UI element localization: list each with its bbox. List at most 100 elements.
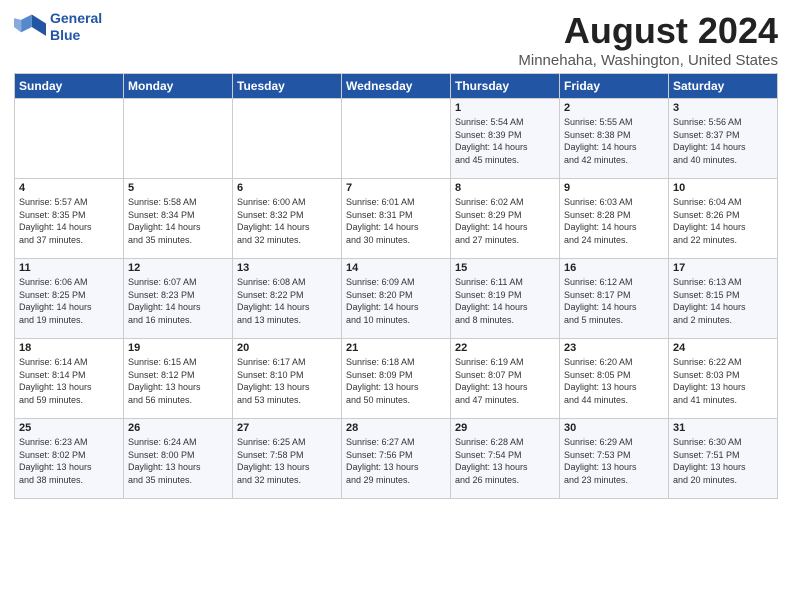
calendar-cell: 27Sunrise: 6:25 AM Sunset: 7:58 PM Dayli… (233, 419, 342, 499)
day-number: 3 (673, 102, 773, 114)
day-info: Sunrise: 6:01 AM Sunset: 8:31 PM Dayligh… (346, 196, 446, 246)
calendar-cell: 8 Sunrise: 6:02 AM Sunset: 8:29 PM Daylig… (451, 179, 560, 259)
calendar-cell: 12 Sunrise: 6:07 AM Sunset: 8:23 PM Dayli… (124, 259, 233, 339)
day-info: Sunrise: 6:24 AM Sunset: 8:00 PM Dayligh… (128, 436, 228, 486)
calendar-cell: 14Sunrise: 6:09 AM Sunset: 8:20 PM Dayli… (342, 259, 451, 339)
day-number: 28 (346, 422, 446, 434)
day-number: 2 (564, 102, 664, 114)
calendar-cell: 20Sunrise: 6:17 AM Sunset: 8:10 PM Dayli… (233, 339, 342, 419)
day-info: Sunrise: 6:02 AM Sunset: 8:29 PM Dayligh… (455, 196, 555, 246)
calendar-cell: 25 Sunrise: 6:23 AM Sunset: 8:02 PM Dayli… (15, 419, 124, 499)
day-info: Sunrise: 5:55 AM Sunset: 8:38 PM Dayligh… (564, 116, 664, 166)
day-info: Sunrise: 6:04 AM Sunset: 8:26 PM Dayligh… (673, 196, 773, 246)
calendar-cell: 11Sunrise: 6:06 AM Sunset: 8:25 PM Dayli… (15, 259, 124, 339)
calendar-cell: 31Sunrise: 6:30 AM Sunset: 7:51 PM Dayli… (669, 419, 778, 499)
day-info: Sunrise: 6:12 AM Sunset: 8:17 PM Dayligh… (564, 276, 664, 326)
calendar-cell: 2 Sunrise: 5:55 AM Sunset: 8:38 PM Daylig… (560, 99, 669, 179)
month-year-title: August 2024 (518, 10, 778, 52)
day-info: Sunrise: 6:11 AM Sunset: 8:19 PM Dayligh… (455, 276, 555, 326)
day-number: 8 (455, 182, 555, 194)
calendar-cell: 19Sunrise: 6:15 AM Sunset: 8:12 PM Dayli… (124, 339, 233, 419)
calendar-cell (233, 99, 342, 179)
calendar-cell: 22 Sunrise: 6:19 AM Sunset: 8:07 PM Dayli… (451, 339, 560, 419)
header: General Blue August 2024 Minnehaha, Wash… (14, 10, 778, 69)
logo-icon (14, 11, 46, 43)
day-info: Sunrise: 6:23 AM Sunset: 8:02 PM Dayligh… (19, 436, 119, 486)
day-info: Sunrise: 6:18 AM Sunset: 8:09 PM Dayligh… (346, 356, 446, 406)
calendar-header-row: Sunday Monday Tuesday Wednesday Thursday… (15, 74, 778, 99)
day-info: Sunrise: 6:19 AM Sunset: 8:07 PM Dayligh… (455, 356, 555, 406)
calendar-cell (342, 99, 451, 179)
day-info: Sunrise: 6:03 AM Sunset: 8:28 PM Dayligh… (564, 196, 664, 246)
location-subtitle: Minnehaha, Washington, United States (518, 52, 778, 69)
calendar-cell: 13 Sunrise: 6:08 AM Sunset: 8:22 PM Dayli… (233, 259, 342, 339)
day-info: Sunrise: 6:08 AM Sunset: 8:22 PM Dayligh… (237, 276, 337, 326)
calendar-cell: 26Sunrise: 6:24 AM Sunset: 8:00 PM Dayli… (124, 419, 233, 499)
calendar-table: Sunday Monday Tuesday Wednesday Thursday… (14, 73, 778, 499)
calendar-week-row: 25 Sunrise: 6:23 AM Sunset: 8:02 PM Dayli… (15, 419, 778, 499)
calendar-cell: 5Sunrise: 5:58 AM Sunset: 8:34 PM Daylig… (124, 179, 233, 259)
day-info: Sunrise: 6:28 AM Sunset: 7:54 PM Dayligh… (455, 436, 555, 486)
calendar-cell: 24Sunrise: 6:22 AM Sunset: 8:03 PM Dayli… (669, 339, 778, 419)
day-number: 22 (455, 342, 555, 354)
calendar-week-row: 1Sunrise: 5:54 AM Sunset: 8:39 PM Daylig… (15, 99, 778, 179)
day-number: 15 (455, 262, 555, 274)
calendar-cell: 23 Sunrise: 6:20 AM Sunset: 8:05 PM Dayli… (560, 339, 669, 419)
day-info: Sunrise: 5:57 AM Sunset: 8:35 PM Dayligh… (19, 196, 119, 246)
col-tuesday: Tuesday (233, 74, 342, 99)
day-number: 30 (564, 422, 664, 434)
day-info: Sunrise: 6:20 AM Sunset: 8:05 PM Dayligh… (564, 356, 664, 406)
calendar-cell: 18Sunrise: 6:14 AM Sunset: 8:14 PM Dayli… (15, 339, 124, 419)
calendar-cell: 1Sunrise: 5:54 AM Sunset: 8:39 PM Daylig… (451, 99, 560, 179)
col-thursday: Thursday (451, 74, 560, 99)
calendar-cell: 29 Sunrise: 6:28 AM Sunset: 7:54 PM Dayli… (451, 419, 560, 499)
day-info: Sunrise: 6:09 AM Sunset: 8:20 PM Dayligh… (346, 276, 446, 326)
day-number: 11 (19, 262, 119, 274)
calendar-cell: 4 Sunrise: 5:57 AM Sunset: 8:35 PM Daylig… (15, 179, 124, 259)
page-container: General Blue August 2024 Minnehaha, Wash… (0, 0, 792, 509)
calendar-cell: 16Sunrise: 6:12 AM Sunset: 8:17 PM Dayli… (560, 259, 669, 339)
day-number: 27 (237, 422, 337, 434)
calendar-week-row: 4 Sunrise: 5:57 AM Sunset: 8:35 PM Daylig… (15, 179, 778, 259)
logo-text: General Blue (50, 10, 102, 44)
calendar-cell: 7 Sunrise: 6:01 AM Sunset: 8:31 PM Daylig… (342, 179, 451, 259)
calendar-cell: 10 Sunrise: 6:04 AM Sunset: 8:26 PM Dayli… (669, 179, 778, 259)
day-number: 9 (564, 182, 664, 194)
col-monday: Monday (124, 74, 233, 99)
day-number: 13 (237, 262, 337, 274)
calendar-cell: 15 Sunrise: 6:11 AM Sunset: 8:19 PM Dayli… (451, 259, 560, 339)
calendar-cell: 28 Sunrise: 6:27 AM Sunset: 7:56 PM Dayli… (342, 419, 451, 499)
day-number: 24 (673, 342, 773, 354)
day-number: 10 (673, 182, 773, 194)
calendar-cell (15, 99, 124, 179)
day-number: 17 (673, 262, 773, 274)
day-info: Sunrise: 6:29 AM Sunset: 7:53 PM Dayligh… (564, 436, 664, 486)
day-number: 21 (346, 342, 446, 354)
day-number: 25 (19, 422, 119, 434)
day-info: Sunrise: 6:17 AM Sunset: 8:10 PM Dayligh… (237, 356, 337, 406)
day-number: 6 (237, 182, 337, 194)
day-number: 4 (19, 182, 119, 194)
calendar-week-row: 11Sunrise: 6:06 AM Sunset: 8:25 PM Dayli… (15, 259, 778, 339)
day-number: 12 (128, 262, 228, 274)
calendar-cell (124, 99, 233, 179)
calendar-cell: 3Sunrise: 5:56 AM Sunset: 8:37 PM Daylig… (669, 99, 778, 179)
calendar-cell: 21 Sunrise: 6:18 AM Sunset: 8:09 PM Dayli… (342, 339, 451, 419)
day-number: 29 (455, 422, 555, 434)
col-friday: Friday (560, 74, 669, 99)
day-info: Sunrise: 6:07 AM Sunset: 8:23 PM Dayligh… (128, 276, 228, 326)
col-sunday: Sunday (15, 74, 124, 99)
day-info: Sunrise: 6:00 AM Sunset: 8:32 PM Dayligh… (237, 196, 337, 246)
day-info: Sunrise: 6:27 AM Sunset: 7:56 PM Dayligh… (346, 436, 446, 486)
day-number: 7 (346, 182, 446, 194)
day-number: 19 (128, 342, 228, 354)
day-number: 18 (19, 342, 119, 354)
calendar-cell: 6 Sunrise: 6:00 AM Sunset: 8:32 PM Daylig… (233, 179, 342, 259)
day-info: Sunrise: 5:58 AM Sunset: 8:34 PM Dayligh… (128, 196, 228, 246)
day-info: Sunrise: 6:30 AM Sunset: 7:51 PM Dayligh… (673, 436, 773, 486)
day-number: 23 (564, 342, 664, 354)
col-saturday: Saturday (669, 74, 778, 99)
title-area: August 2024 Minnehaha, Washington, Unite… (518, 10, 778, 69)
day-info: Sunrise: 5:54 AM Sunset: 8:39 PM Dayligh… (455, 116, 555, 166)
col-wednesday: Wednesday (342, 74, 451, 99)
